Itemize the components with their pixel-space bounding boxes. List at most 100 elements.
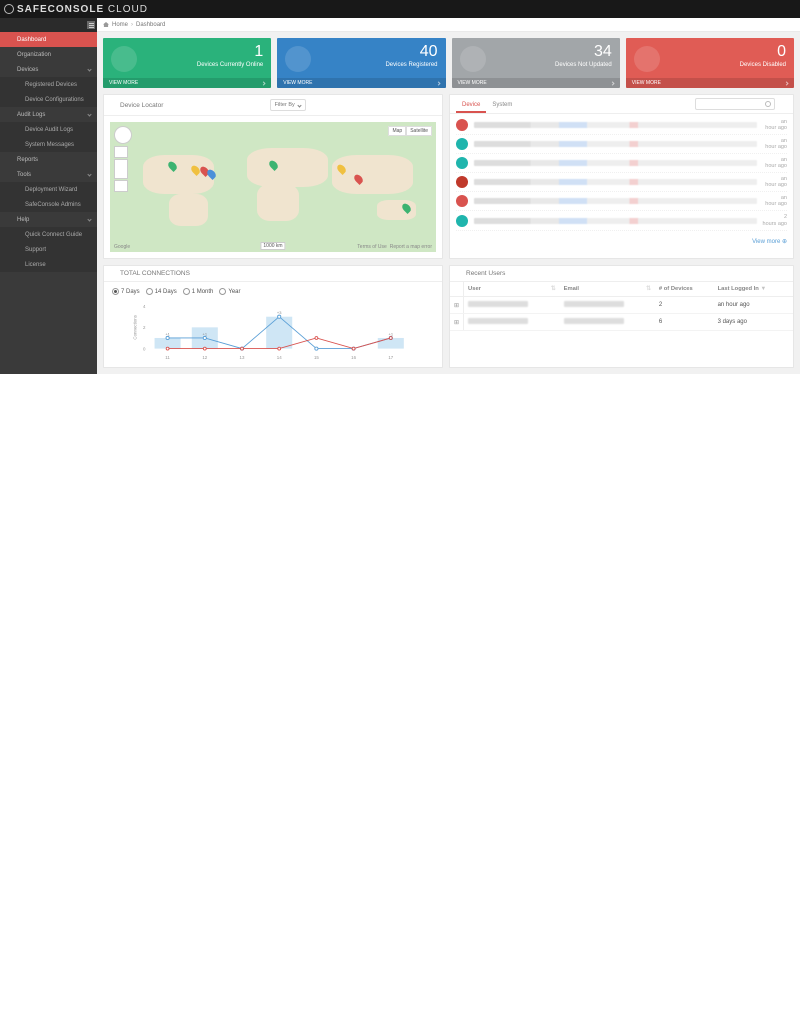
map-marker[interactable] bbox=[192, 165, 199, 175]
activity-row[interactable]: anhour ago bbox=[456, 116, 787, 135]
nav-registered-devices[interactable]: Registered Devices bbox=[0, 77, 97, 92]
breadcrumb: Home › Dashboard bbox=[97, 18, 800, 32]
tab-system[interactable]: System bbox=[486, 99, 518, 113]
range-7days[interactable]: 7 Days bbox=[112, 288, 140, 295]
map-marker[interactable] bbox=[355, 174, 362, 184]
arrow-icon bbox=[262, 81, 266, 85]
nav-audit[interactable]: Audit Logs bbox=[0, 107, 97, 122]
msg-icon bbox=[14, 141, 21, 148]
svg-text:17: 17 bbox=[388, 355, 393, 360]
card-online-action[interactable]: VIEW MORE bbox=[109, 80, 138, 86]
card-online[interactable]: 1Devices Currently Online VIEW MORE bbox=[103, 38, 271, 88]
zoom-slider[interactable] bbox=[114, 159, 128, 179]
devices-icon bbox=[6, 66, 13, 73]
users-icon bbox=[456, 270, 463, 277]
sidebar: Dashboard Organization Devices Registere… bbox=[0, 32, 97, 374]
status-dot-icon bbox=[456, 157, 468, 169]
nav-device-audit[interactable]: Device Audit Logs bbox=[0, 122, 97, 137]
col-user[interactable]: User⇅ bbox=[464, 282, 560, 297]
range-1month[interactable]: 1 Month bbox=[183, 288, 214, 295]
range-year[interactable]: Year bbox=[219, 288, 240, 295]
nav-reports[interactable]: Reports bbox=[0, 152, 97, 167]
search-input[interactable] bbox=[695, 98, 775, 110]
arrow-icon bbox=[436, 81, 440, 85]
nav-admins[interactable]: SafeConsole Admins bbox=[0, 197, 97, 212]
range-14days[interactable]: 14 Days bbox=[146, 288, 177, 295]
map-controls[interactable] bbox=[114, 126, 128, 193]
activity-row[interactable]: anhour ago bbox=[456, 135, 787, 154]
chevron-down-icon bbox=[87, 217, 91, 221]
map-marker[interactable] bbox=[338, 164, 345, 174]
activity-row[interactable]: anhour ago bbox=[456, 192, 787, 211]
nav-device-configs[interactable]: Device Configurations bbox=[0, 92, 97, 107]
filter-button[interactable]: Filter By bbox=[270, 99, 306, 111]
table-row[interactable]: ⊞2an hour ago bbox=[450, 297, 793, 314]
activity-time: anhour ago bbox=[757, 138, 787, 150]
col-last[interactable]: Last Logged In ▼ bbox=[714, 282, 793, 297]
nav-system-messages[interactable]: System Messages bbox=[0, 137, 97, 152]
home-icon[interactable] bbox=[103, 22, 109, 27]
col-devices[interactable]: # of Devices bbox=[655, 282, 714, 297]
nav-help[interactable]: Help bbox=[0, 212, 97, 227]
nav-tools[interactable]: Tools bbox=[0, 167, 97, 182]
email-cell bbox=[564, 318, 624, 324]
zoom-out-icon[interactable] bbox=[114, 180, 128, 192]
sidebar-toggle[interactable] bbox=[0, 18, 97, 32]
map-marker[interactable] bbox=[270, 160, 277, 170]
content: 1Devices Currently Online VIEW MORE 40De… bbox=[97, 32, 800, 374]
zoom-in-icon[interactable] bbox=[114, 146, 128, 158]
map-links[interactable]: Terms of UseReport a map error bbox=[357, 244, 432, 250]
chevron-down-icon[interactable] bbox=[763, 271, 769, 277]
activity-row[interactable]: anhour ago bbox=[456, 173, 787, 192]
col-email[interactable]: Email⇅ bbox=[560, 282, 655, 297]
expand-icon[interactable] bbox=[421, 271, 427, 277]
refresh-icon[interactable] bbox=[430, 102, 436, 108]
nav-support[interactable]: Support bbox=[0, 242, 97, 257]
map-marker[interactable] bbox=[208, 169, 215, 179]
nav-wizard[interactable]: Deployment Wizard bbox=[0, 182, 97, 197]
connections-chart: 024Connections11121314151617+1+1+3+1 bbox=[104, 297, 442, 367]
svg-text:16: 16 bbox=[351, 355, 356, 360]
panel-connections: TOTAL CONNECTIONS 7 Days 14 Days 1 Month… bbox=[103, 265, 443, 368]
activity-text bbox=[474, 218, 757, 224]
card-notupdated-action[interactable]: VIEW MORE bbox=[458, 80, 487, 86]
check-icon bbox=[14, 81, 21, 88]
svg-text:+1: +1 bbox=[389, 331, 394, 336]
nav-devices[interactable]: Devices bbox=[0, 62, 97, 77]
refresh-icon[interactable] bbox=[430, 271, 436, 277]
user-cell bbox=[468, 318, 528, 324]
map-marker[interactable] bbox=[169, 161, 176, 171]
map[interactable]: MapSatellite Google 1000 km Terms of Use… bbox=[110, 122, 436, 252]
expand-icon[interactable] bbox=[421, 102, 427, 108]
card-registered[interactable]: 40Devices Registered VIEW MORE bbox=[277, 38, 445, 88]
map-type[interactable]: MapSatellite bbox=[388, 126, 432, 136]
refresh-icon[interactable] bbox=[781, 271, 787, 277]
activity-row[interactable]: 2hours ago bbox=[456, 211, 787, 230]
activity-time: anhour ago bbox=[757, 176, 787, 188]
activity-row[interactable]: anhour ago bbox=[456, 154, 787, 173]
svg-text:14: 14 bbox=[277, 355, 282, 360]
breadcrumb-home[interactable]: Home bbox=[112, 22, 128, 28]
card-disabled-action[interactable]: VIEW MORE bbox=[632, 80, 661, 86]
card-notupdated[interactable]: 34Devices Not Updated VIEW MORE bbox=[452, 38, 620, 88]
chevron-down-icon[interactable] bbox=[412, 102, 418, 108]
pan-icon[interactable] bbox=[114, 126, 132, 144]
nav-organization[interactable]: Organization bbox=[0, 47, 97, 62]
expand-icon[interactable] bbox=[772, 271, 778, 277]
expand-icon[interactable]: ⊞ bbox=[450, 297, 464, 314]
status-dot-icon bbox=[456, 215, 468, 227]
nav-guide[interactable]: Quick Connect Guide bbox=[0, 227, 97, 242]
chevron-down-icon[interactable] bbox=[412, 271, 418, 277]
card-disabled[interactable]: 0Devices Disabled VIEW MORE bbox=[626, 38, 794, 88]
tab-device[interactable]: Device bbox=[456, 99, 486, 113]
nav-license[interactable]: License bbox=[0, 257, 97, 272]
view-more-link[interactable]: View more bbox=[752, 239, 780, 245]
brand-bar: SAFECONSOLE CLOUD bbox=[0, 0, 800, 18]
table-row[interactable]: ⊞63 days ago bbox=[450, 314, 793, 331]
map-marker[interactable] bbox=[403, 203, 410, 213]
nav-dashboard[interactable]: Dashboard bbox=[0, 32, 97, 47]
panel-activity: Device System anhour ago anhour ago anhour… bbox=[449, 94, 794, 259]
card-registered-action[interactable]: VIEW MORE bbox=[283, 80, 312, 86]
map-scale: 1000 km bbox=[260, 242, 285, 250]
expand-icon[interactable]: ⊞ bbox=[450, 314, 464, 331]
